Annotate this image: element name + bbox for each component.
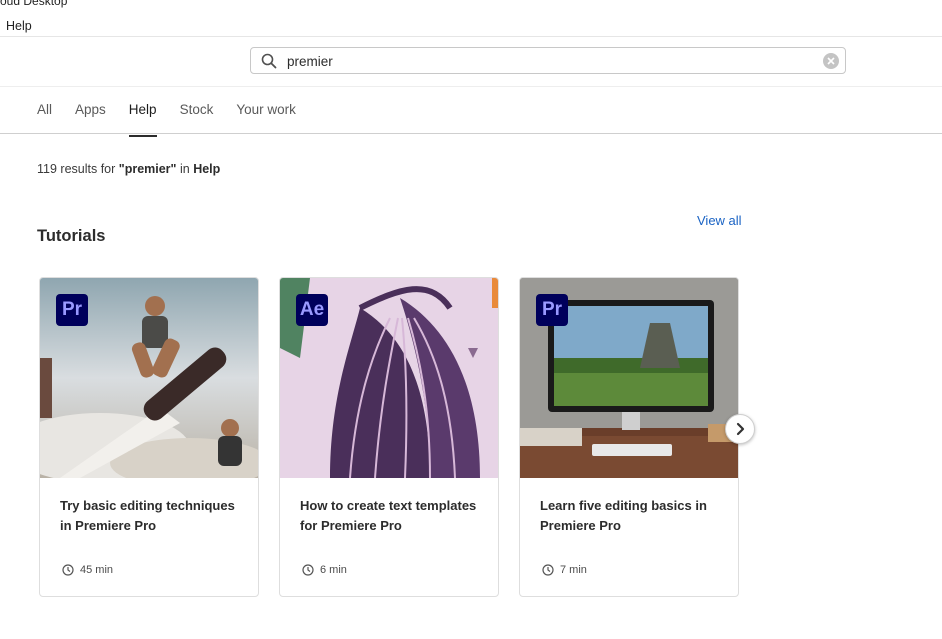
- window-title: oud Desktop: [0, 0, 68, 8]
- divider: [0, 86, 942, 87]
- chevron-right-icon: [736, 422, 745, 436]
- duration-label: 6 min: [320, 564, 347, 576]
- tab-help[interactable]: Help: [128, 102, 157, 137]
- tutorial-duration: 6 min: [302, 564, 347, 576]
- tutorial-card[interactable]: Pr Try basic editing techniques in Premi…: [39, 277, 259, 597]
- duration-label: 7 min: [560, 564, 587, 576]
- premiere-pro-badge-icon: Pr: [56, 294, 88, 326]
- tutorial-card[interactable]: Pr Learn five editing basics in Premiere…: [519, 277, 739, 597]
- carousel-next-button[interactable]: [725, 414, 755, 444]
- menu-help[interactable]: Help: [6, 19, 32, 33]
- tutorial-card[interactable]: Ae How to create text templates for Prem…: [279, 277, 499, 597]
- tab-stock[interactable]: Stock: [180, 102, 214, 127]
- search-input[interactable]: [287, 51, 807, 71]
- clear-icon[interactable]: [823, 53, 839, 69]
- results-query: "premier": [118, 162, 177, 176]
- tutorial-title: How to create text templates for Premier…: [300, 498, 477, 533]
- tab-apps[interactable]: Apps: [75, 102, 106, 127]
- tutorial-duration: 45 min: [62, 564, 113, 576]
- tutorial-duration: 7 min: [542, 564, 587, 576]
- premiere-pro-badge-icon: Pr: [536, 294, 568, 326]
- after-effects-badge-icon: Ae: [296, 294, 328, 326]
- divider: [0, 133, 942, 134]
- search-tabs: All Apps Help Stock Your work: [37, 102, 319, 137]
- divider: [0, 36, 942, 37]
- duration-label: 45 min: [80, 564, 114, 576]
- search-icon: [261, 53, 277, 69]
- results-count: 119 results for: [37, 162, 116, 176]
- search-box[interactable]: [250, 47, 846, 74]
- view-all-link[interactable]: View all: [697, 213, 742, 228]
- results-scope: Help: [193, 162, 221, 176]
- clock-icon: [62, 564, 74, 576]
- tutorial-title: Learn five editing basics in Premiere Pr…: [540, 498, 707, 533]
- section-title: Tutorials: [37, 227, 106, 245]
- results-summary: 119 results for "premier" in Help: [37, 162, 220, 176]
- results-in: in: [179, 162, 190, 176]
- tab-your-work[interactable]: Your work: [236, 102, 296, 127]
- tutorial-title: Try basic editing techniques in Premiere…: [60, 498, 235, 533]
- clock-icon: [542, 564, 554, 576]
- tab-all[interactable]: All: [37, 102, 52, 127]
- clock-icon: [302, 564, 314, 576]
